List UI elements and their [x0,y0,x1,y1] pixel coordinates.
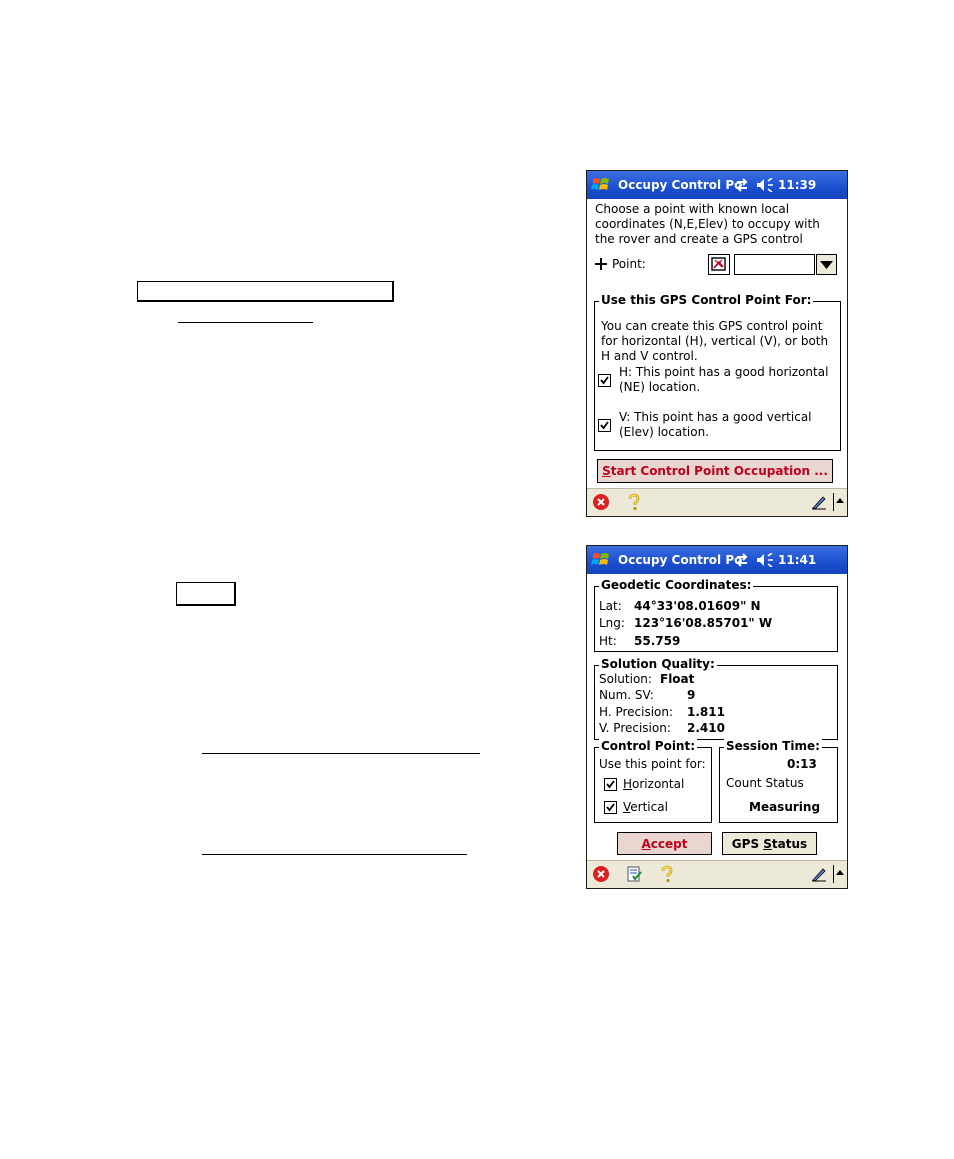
window-title: Occupy Control Po [618,178,743,192]
ht-label: Ht: [599,634,617,648]
num-sv-value: 9 [687,688,696,702]
title-bar: Occupy Control Po 11:39 [587,171,847,199]
pen-input-icon[interactable] [811,866,827,882]
windows-start-icon[interactable] [591,176,611,194]
start-occupation-button[interactable]: Start Control Point Occupation ... [597,459,833,483]
blank-form-box [137,281,394,302]
instruction-line: Choose a point with known local [595,202,790,216]
speaker-icon[interactable] [756,553,774,567]
connectivity-icon[interactable] [735,553,749,567]
occupy-control-screen-1: Occupy Control Po 11:39 Choose a point w… [586,170,848,517]
vertical-checkbox[interactable] [598,419,611,432]
v-precision-value: 2.410 [687,721,725,735]
pen-input-icon[interactable] [811,494,827,510]
vertical-option-label: V: This point has a good vertical [619,410,812,424]
command-bar [587,488,847,516]
command-bar [587,860,847,888]
h-precision-value: 1.811 [687,705,725,719]
connectivity-icon[interactable] [735,178,749,192]
checkmark-icon [600,421,609,430]
speaker-icon[interactable] [756,178,774,192]
use-point-label: Use this point for: [599,757,706,771]
instruction-line: the rover and create a GPS control [595,232,803,246]
blank-small-box [176,582,236,606]
dropdown-arrow-icon [820,261,833,269]
group-title: Control Point: [599,739,698,754]
group-text-line: You can create this GPS control point [601,319,823,333]
instruction-line: coordinates (N,E,Elev) to occupy with [595,217,820,231]
session-time-value: 0:13 [787,757,817,771]
horizontal-checkbox[interactable] [598,374,611,387]
close-error-icon[interactable] [593,494,609,510]
h-precision-label: H. Precision: [599,705,674,719]
window-title: Occupy Control Po [618,553,743,567]
solution-label: Solution: [599,672,652,686]
gps-status-button[interactable]: GPS Status [722,832,817,855]
solution-value: Float [660,672,695,686]
underline-rule [202,753,480,754]
underline-rule [202,854,467,855]
checkmark-icon [606,780,615,789]
point-input[interactable] [734,254,815,275]
accept-button[interactable]: Accept [617,832,712,855]
help-icon[interactable] [627,493,641,511]
group-title: Session Time: [724,739,822,754]
clock: 11:41 [778,553,817,567]
checkmark-icon [606,803,615,812]
sip-arrow-icon[interactable] [836,870,844,875]
sip-separator [833,865,834,883]
group-text-line: H and V control. [601,349,698,363]
lng-value: 123°16'08.85701" W [634,616,773,630]
session-status-value: Measuring [749,800,821,814]
lng-label: Lng: [599,616,625,630]
horizontal-label[interactable]: Horizontal [623,777,684,792]
horizontal-option-label: (NE) location. [619,380,701,394]
session-time-group: Session Time: 0:13 Count Status Measurin… [719,739,838,823]
gps-control-usage-group: Use this GPS Control Point For: You can … [594,293,841,451]
point-label: Point: [612,257,646,271]
content-area: Choose a point with known local coordina… [587,199,847,489]
lat-label: Lat: [599,599,622,613]
windows-start-icon[interactable] [591,551,611,569]
underline-rule [178,322,313,323]
occupy-control-screen-2: Occupy Control Po 11:41 Geodetic Coordin… [586,545,848,889]
close-error-icon[interactable] [593,866,609,882]
horizontal-checkbox[interactable] [604,778,617,791]
task-list-icon[interactable] [627,866,643,882]
plus-icon[interactable] [595,258,607,270]
group-title: Geodetic Coordinates: [599,578,754,593]
horizontal-option-label: H: This point has a good horizontal [619,365,829,379]
control-point-group: Control Point: Use this point for: Horiz… [594,739,712,823]
vertical-checkbox[interactable] [604,801,617,814]
help-icon[interactable] [660,865,674,883]
v-precision-label: V. Precision: [599,721,671,735]
clock: 11:39 [778,178,817,192]
title-bar: Occupy Control Po 11:41 [587,546,847,574]
group-title: Solution Quality: [599,657,717,672]
content-area: Geodetic Coordinates: Lat: 44°33'08.0160… [587,574,847,861]
vertical-label[interactable]: Vertical [623,800,668,815]
geodetic-coordinates-group: Geodetic Coordinates: Lat: 44°33'08.0160… [594,578,838,652]
group-title: Use this GPS Control Point For: [599,293,814,308]
num-sv-label: Num. SV: [599,688,654,702]
point-picker-icon[interactable] [708,254,730,275]
checkmark-icon [600,376,609,385]
vertical-option-label: (Elev) location. [619,425,710,439]
ht-value: 55.759 [634,634,681,648]
group-text-line: for horizontal (H), vertical (V), or bot… [601,334,829,348]
lat-value: 44°33'08.01609" N [634,599,761,613]
solution-quality-group: Solution Quality: Solution: Float Num. S… [594,657,838,740]
count-status-label: Count Status [726,776,804,790]
sip-arrow-icon[interactable] [836,498,844,503]
point-dropdown-button[interactable] [816,254,837,275]
sip-separator [833,493,834,511]
